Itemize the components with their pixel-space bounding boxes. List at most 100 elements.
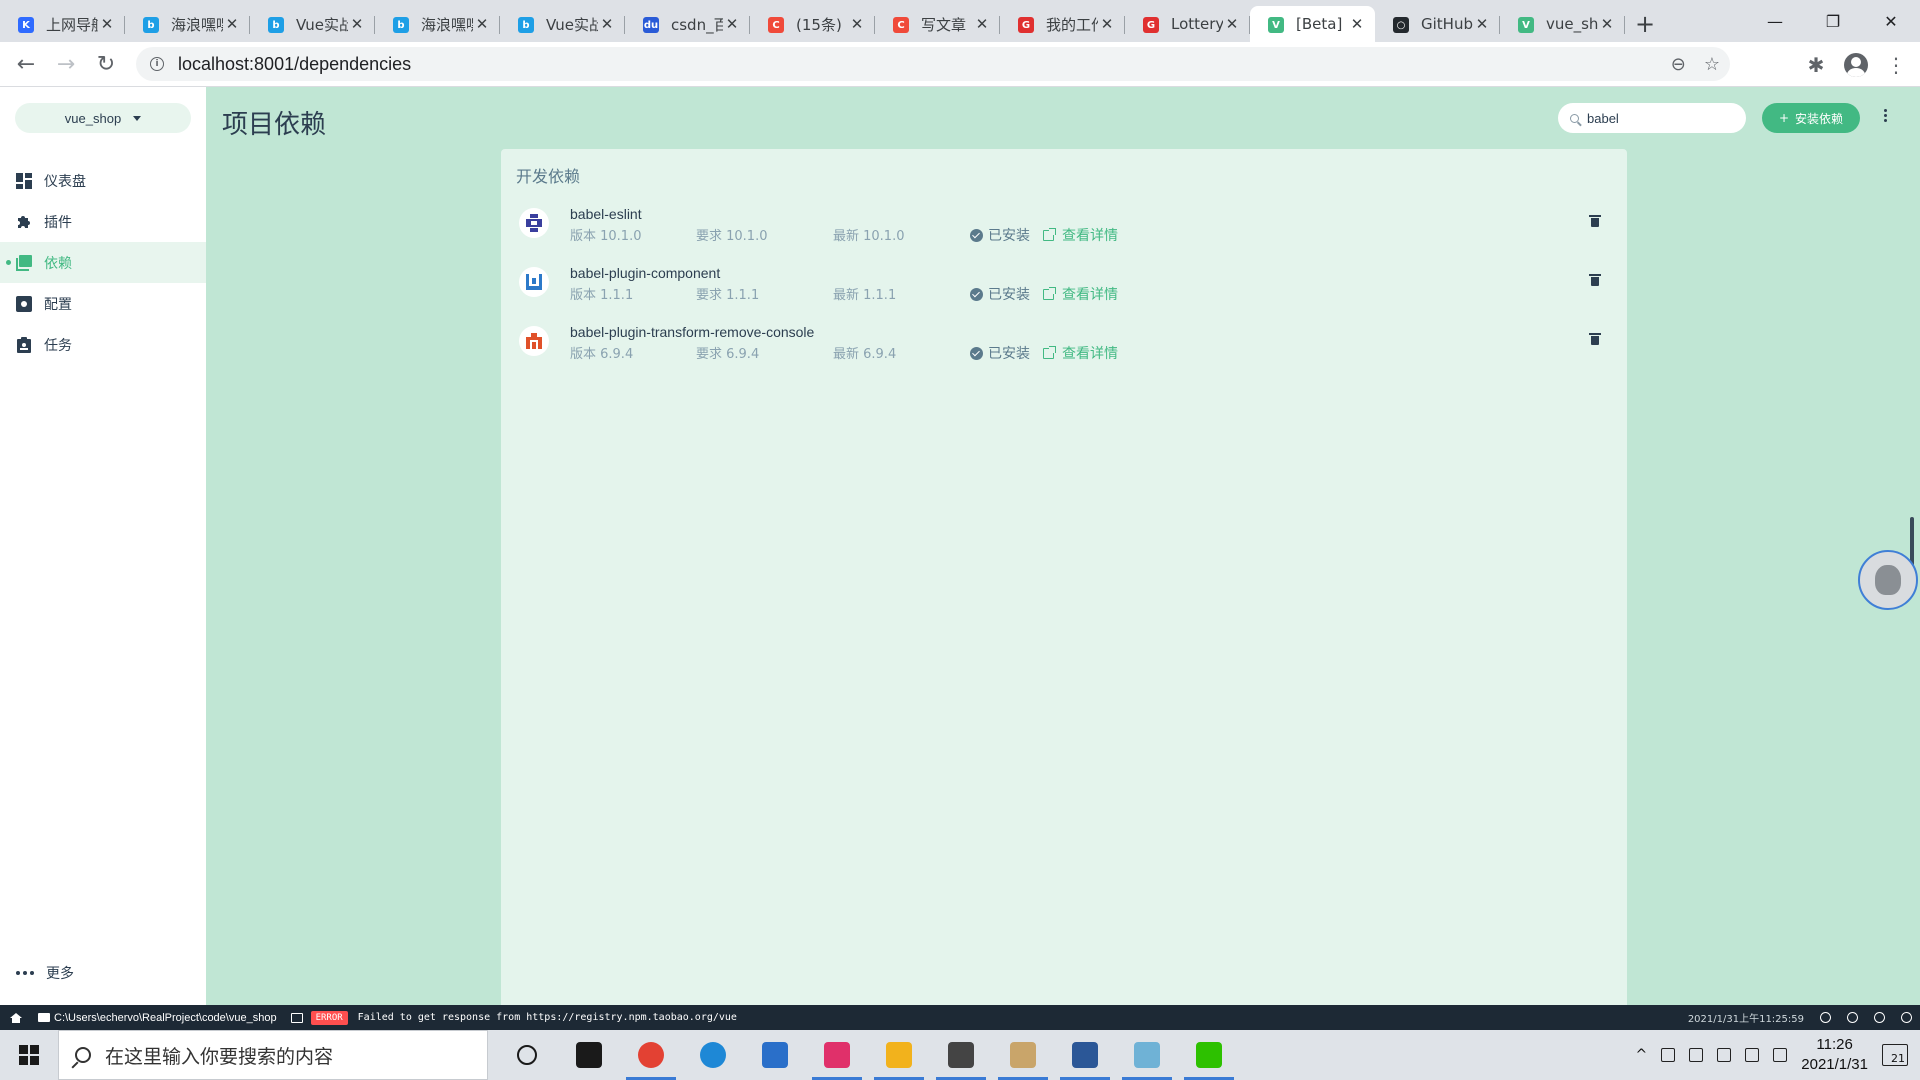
more-vert-icon[interactable] xyxy=(1884,109,1887,122)
close-window-button[interactable]: ✕ xyxy=(1862,0,1920,42)
restore-button[interactable]: ❐ xyxy=(1804,0,1862,42)
browser-tab[interactable]: V [Beta] ✕ xyxy=(1250,6,1375,42)
taskbar-app-cortana[interactable] xyxy=(496,1030,558,1080)
delete-icon[interactable] xyxy=(1589,333,1601,345)
tab-close-icon[interactable]: ✕ xyxy=(599,15,615,33)
tab-close-icon[interactable]: ✕ xyxy=(849,15,865,33)
refresh-icon[interactable] xyxy=(1901,1012,1912,1023)
extensions-icon[interactable]: ✱ xyxy=(1800,49,1832,81)
browser-tab[interactable]: G Lottery ✕ xyxy=(1125,6,1250,42)
browser-tab[interactable]: K 上网导航✕ xyxy=(0,6,125,42)
tab-favicon-icon: V xyxy=(1268,17,1284,33)
intellij-icon xyxy=(824,1042,850,1068)
taskbar-app-powershell[interactable] xyxy=(1054,1030,1116,1080)
bug-report-icon[interactable] xyxy=(1847,1012,1858,1023)
tab-title: [Beta] xyxy=(1296,15,1343,33)
browser-tab[interactable]: du csdn_百度✕ xyxy=(625,6,750,42)
tab-close-icon[interactable]: ✕ xyxy=(1099,15,1115,33)
tray-expand-icon[interactable]: ^ xyxy=(1636,1047,1648,1063)
sidebar-more[interactable]: 更多 xyxy=(16,963,74,983)
tab-close-icon[interactable]: ✕ xyxy=(224,15,240,33)
browser-tab[interactable]: b Vue实战 ✕ xyxy=(250,6,375,42)
browser-tab[interactable]: b 海浪嘿嘿✕ xyxy=(375,6,500,42)
taskbar-app-task-view[interactable] xyxy=(558,1030,620,1080)
browser-tab[interactable]: b 海浪嘿嘿✕ xyxy=(125,6,250,42)
tab-close-icon[interactable]: ✕ xyxy=(1224,15,1240,33)
tab-close-icon[interactable]: ✕ xyxy=(99,15,115,33)
zoom-icon[interactable]: ⊖ xyxy=(1671,54,1686,75)
back-button[interactable]: ← xyxy=(6,44,46,84)
tab-close-icon[interactable]: ✕ xyxy=(349,15,365,33)
taskbar-app-notepad[interactable] xyxy=(744,1030,806,1080)
browser-tab[interactable]: Vvue_shop✕ xyxy=(1500,6,1625,42)
tab-close-icon[interactable]: ✕ xyxy=(1349,15,1365,33)
taskbar-clock[interactable]: 11:26 2021/1/31 xyxy=(1801,1035,1868,1075)
vue-ui-statusbar: C:\Users\echervo\RealProject\code\vue_sh… xyxy=(0,1005,1920,1030)
view-details-link[interactable]: 查看详情 xyxy=(1043,343,1118,363)
taskbar-app-wechat[interactable] xyxy=(1178,1030,1240,1080)
dependencies-panel: 开发依赖 babel-eslint 版本 10.1.0 要求 10.1.0 最新 10… xyxy=(501,149,1627,1005)
bookmark-star-icon[interactable]: ☆ xyxy=(1704,54,1720,75)
browser-toolbar: ← → ↻ i localhost:8001/dependencies ⊖ ☆ … xyxy=(0,42,1920,87)
new-tab-button[interactable]: + xyxy=(1625,6,1665,42)
view-details-link[interactable]: 查看详情 xyxy=(1043,225,1118,245)
browser-menu-icon[interactable]: ⋮ xyxy=(1880,49,1912,81)
volume-icon[interactable] xyxy=(1717,1048,1732,1062)
taskbar-search[interactable]: 在这里输入你要搜索的内容 xyxy=(58,1030,488,1080)
site-info-icon[interactable]: i xyxy=(150,57,164,71)
bluetooth-icon[interactable] xyxy=(1661,1048,1676,1062)
sidebar-item[interactable]: 插件 xyxy=(0,201,206,242)
sidebar-item[interactable]: 配置 xyxy=(0,283,206,324)
dependency-search[interactable] xyxy=(1558,103,1746,133)
tab-close-icon[interactable]: ✕ xyxy=(474,15,490,33)
tab-close-icon[interactable]: ✕ xyxy=(1474,15,1490,33)
console-log-icon[interactable] xyxy=(290,1012,303,1023)
install-dependency-button[interactable]: + 安装依赖 xyxy=(1762,103,1860,133)
address-bar[interactable]: i localhost:8001/dependencies ⊖ ☆ xyxy=(136,47,1730,81)
network-icon[interactable] xyxy=(1689,1048,1704,1062)
browser-tab[interactable]: C (15条) ✕ xyxy=(750,6,875,42)
taskbar-app-settings[interactable] xyxy=(930,1030,992,1080)
minimize-button[interactable]: — xyxy=(1746,0,1804,42)
sidebar-item[interactable]: 任务 xyxy=(0,324,206,365)
browser-tab[interactable]: b Vue实战 ✕ xyxy=(500,6,625,42)
project-path[interactable]: C:\Users\echervo\RealProject\code\vue_sh… xyxy=(54,1012,277,1024)
notification-center-icon[interactable]: 21 xyxy=(1882,1044,1908,1066)
delete-icon[interactable] xyxy=(1589,215,1601,227)
taskbar-app-notes[interactable] xyxy=(1116,1030,1178,1080)
browser-tab[interactable]: C 写文章 ✕ xyxy=(875,6,1000,42)
log-message[interactable]: Failed to get response from https://regi… xyxy=(358,1012,737,1023)
tab-close-icon[interactable]: ✕ xyxy=(724,15,740,33)
search-icon xyxy=(75,1047,91,1063)
delete-icon[interactable] xyxy=(1589,274,1601,286)
search-input[interactable] xyxy=(1587,110,1737,126)
project-selector[interactable]: vue_shop xyxy=(15,103,191,133)
taskbar-app-intellij[interactable] xyxy=(806,1030,868,1080)
tab-close-icon[interactable]: ✕ xyxy=(974,15,990,33)
taskbar-app-image-viewer[interactable] xyxy=(992,1030,1054,1080)
wechat-icon xyxy=(1196,1042,1222,1068)
forward-button[interactable]: → xyxy=(46,44,86,84)
tab-favicon-icon: b xyxy=(393,17,409,33)
taskbar-app-file-explorer[interactable] xyxy=(868,1030,930,1080)
sidebar-item[interactable]: 依赖 xyxy=(0,242,206,283)
profile-button[interactable] xyxy=(1840,49,1872,81)
browser-tab[interactable]: ○ GitHub ✕ xyxy=(1375,6,1500,42)
translate-icon[interactable] xyxy=(1874,1012,1885,1023)
view-details-link[interactable]: 查看详情 xyxy=(1043,284,1118,304)
reload-button[interactable]: ↻ xyxy=(86,44,126,84)
tab-favicon-icon: K xyxy=(18,17,34,33)
floating-avatar-widget[interactable] xyxy=(1858,550,1918,610)
home-icon[interactable] xyxy=(10,1012,22,1023)
library-icon xyxy=(16,254,32,271)
taskbar-app-edge[interactable] xyxy=(682,1030,744,1080)
dark-mode-icon[interactable] xyxy=(1820,1012,1831,1023)
url-text[interactable]: localhost:8001/dependencies xyxy=(178,54,411,75)
taskbar-app-chrome[interactable] xyxy=(620,1030,682,1080)
browser-tab[interactable]: G 我的工作台✕ xyxy=(1000,6,1125,42)
windows-start-button[interactable] xyxy=(0,1030,58,1080)
qq-icon[interactable] xyxy=(1773,1048,1788,1062)
ime-icon[interactable] xyxy=(1745,1048,1760,1062)
sidebar-item[interactable]: 仪表盘 xyxy=(0,160,206,201)
tab-close-icon[interactable]: ✕ xyxy=(1599,15,1615,33)
